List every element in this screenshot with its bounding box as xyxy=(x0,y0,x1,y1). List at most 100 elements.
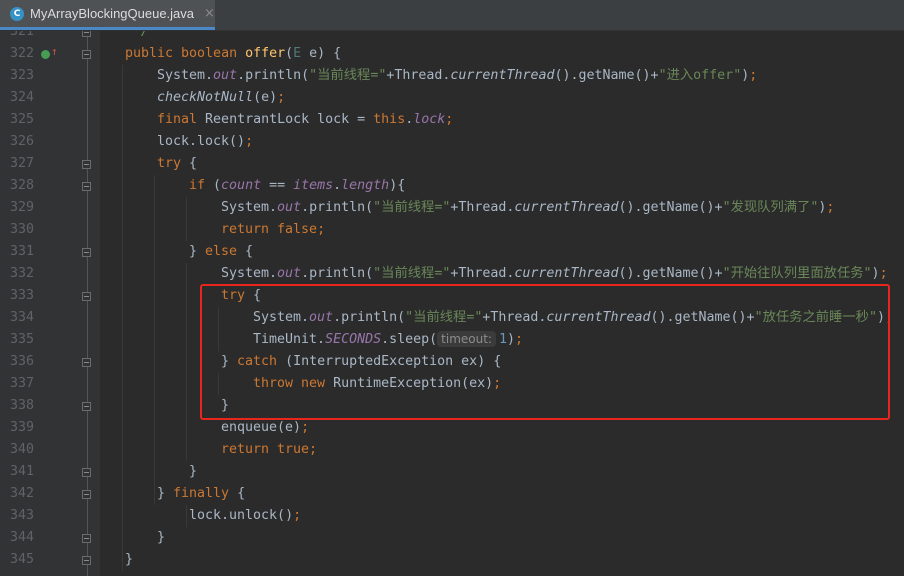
code-token: ; xyxy=(245,134,254,149)
code-token: lock.unlock() xyxy=(189,508,294,523)
code-token: */ xyxy=(125,31,150,39)
tab-label: MyArrayBlockingQueue.java xyxy=(30,6,195,21)
code-token: ) xyxy=(871,266,880,281)
fold-toggle-icon[interactable] xyxy=(82,50,91,59)
code-line[interactable]: 344} xyxy=(0,527,904,549)
line-number: 341 xyxy=(9,464,34,479)
fold-toggle-icon[interactable] xyxy=(82,292,91,301)
code-token: final xyxy=(157,112,206,127)
code-line[interactable]: 322 public boolean offer(E e) { xyxy=(0,43,904,65)
fold-toggle-icon[interactable] xyxy=(82,556,91,565)
line-number: 327 xyxy=(9,156,34,171)
java-class-icon: C xyxy=(10,6,24,21)
code-token: { xyxy=(245,244,254,259)
code-text: } xyxy=(157,527,165,549)
code-token: (e) xyxy=(253,90,278,105)
fold-toggle-icon[interactable] xyxy=(82,490,91,499)
code-token: this xyxy=(373,112,406,127)
code-token: "当前线程=" xyxy=(373,200,451,215)
fold-toggle-icon[interactable] xyxy=(82,248,91,257)
code-token: ; xyxy=(277,90,286,105)
fold-toggle-icon[interactable] xyxy=(82,160,91,169)
code-token: out xyxy=(277,266,302,281)
fold-toggle-icon[interactable] xyxy=(82,31,91,37)
code-text: System.out.println("当前线程="+Thread.curren… xyxy=(157,65,757,87)
code-line[interactable]: 323 System.out.println("当前线程="+Thread.cur… xyxy=(0,65,904,87)
code-line[interactable]: 345} xyxy=(0,549,904,571)
code-token: lock xyxy=(413,112,446,127)
implements-method-icon[interactable] xyxy=(41,50,50,59)
code-text: } finally { xyxy=(157,483,245,505)
code-token: .println( xyxy=(301,200,374,215)
code-token: e xyxy=(309,46,318,61)
code-text: try { xyxy=(157,153,197,175)
code-token: ().getName()+ xyxy=(618,200,723,215)
code-line[interactable]: 326 lock.lock(); xyxy=(0,131,904,153)
code-token: .println( xyxy=(301,266,374,281)
fold-toggle-icon[interactable] xyxy=(82,358,91,367)
line-number: 345 xyxy=(9,552,34,567)
code-token: { xyxy=(237,486,246,501)
code-token: ; xyxy=(749,68,758,83)
override-arrow-icon[interactable]: ↑ xyxy=(51,45,58,58)
code-token: return false; xyxy=(221,222,326,237)
tab-myarrayblockingqueue[interactable]: C MyArrayBlockingQueue.java × xyxy=(0,0,215,30)
code-token: System. xyxy=(221,200,278,215)
code-line[interactable]: 342} finally { xyxy=(0,483,904,505)
code-token: E xyxy=(293,46,310,61)
line-number: 326 xyxy=(9,134,34,149)
line-number: 343 xyxy=(9,508,34,523)
line-number: 335 xyxy=(9,332,34,347)
code-line[interactable]: 328 if (count == items.length){ xyxy=(0,175,904,197)
line-number: 332 xyxy=(9,266,34,281)
code-token: if xyxy=(189,178,214,193)
code-text: System.out.println("当前线程="+Thread.curren… xyxy=(221,197,834,219)
code-token: "当前线程=" xyxy=(309,68,387,83)
code-line[interactable]: 343 lock.unlock(); xyxy=(0,505,904,527)
code-token: return true; xyxy=(221,442,318,457)
code-line[interactable]: 332 System.out.println("当前线程="+Thread.cur… xyxy=(0,263,904,285)
close-tab-icon[interactable]: × xyxy=(204,6,215,21)
code-line[interactable]: 329 System.out.println("当前线程="+Thread.cur… xyxy=(0,197,904,219)
code-line[interactable]: 339 enqueue(e); xyxy=(0,417,904,439)
code-token: length xyxy=(341,178,390,193)
fold-toggle-icon[interactable] xyxy=(82,534,91,543)
code-token: try xyxy=(157,156,190,171)
code-text: return true; xyxy=(221,439,317,461)
fold-toggle-icon[interactable] xyxy=(82,182,91,191)
code-line[interactable]: 321 */ xyxy=(0,31,904,43)
code-line[interactable]: 340 return true; xyxy=(0,439,904,461)
line-number: 344 xyxy=(9,530,34,545)
line-number: 337 xyxy=(9,376,34,391)
code-token: } xyxy=(157,530,166,545)
code-token: enqueue(e) xyxy=(221,420,302,435)
code-token: currentThread xyxy=(514,200,619,215)
code-token: currentThread xyxy=(450,68,555,83)
code-token: . xyxy=(333,178,342,193)
code-line[interactable]: 341} xyxy=(0,461,904,483)
code-token: checkNotNull xyxy=(157,90,254,105)
code-line[interactable]: 327 try { xyxy=(0,153,904,175)
code-text: lock.unlock(); xyxy=(189,505,301,527)
code-line[interactable]: 325 final ReentrantLock lock = this.lock; xyxy=(0,109,904,131)
code-token: offer xyxy=(245,46,286,61)
code-line[interactable]: 324 checkNotNull(e); xyxy=(0,87,904,109)
code-token: "发现队列满了" xyxy=(722,200,819,215)
code-token: out xyxy=(213,68,238,83)
code-token: } xyxy=(125,552,134,567)
fold-toggle-icon[interactable] xyxy=(82,402,91,411)
code-token: out xyxy=(277,200,302,215)
code-token: } xyxy=(189,244,206,259)
code-text: lock.lock(); xyxy=(157,131,253,153)
code-line[interactable]: 331} else { xyxy=(0,241,904,263)
line-number: 328 xyxy=(9,178,34,193)
code-token: public boolean xyxy=(125,46,246,61)
code-line[interactable]: 330 return false; xyxy=(0,219,904,241)
fold-toggle-icon[interactable] xyxy=(82,468,91,477)
editor-tab-bar: C MyArrayBlockingQueue.java × xyxy=(0,0,904,31)
code-token: ; xyxy=(293,508,302,523)
code-token: ().getName()+ xyxy=(554,68,659,83)
code-token: +Thread. xyxy=(386,68,451,83)
code-token: else xyxy=(205,244,246,259)
code-token: ( xyxy=(285,46,294,61)
